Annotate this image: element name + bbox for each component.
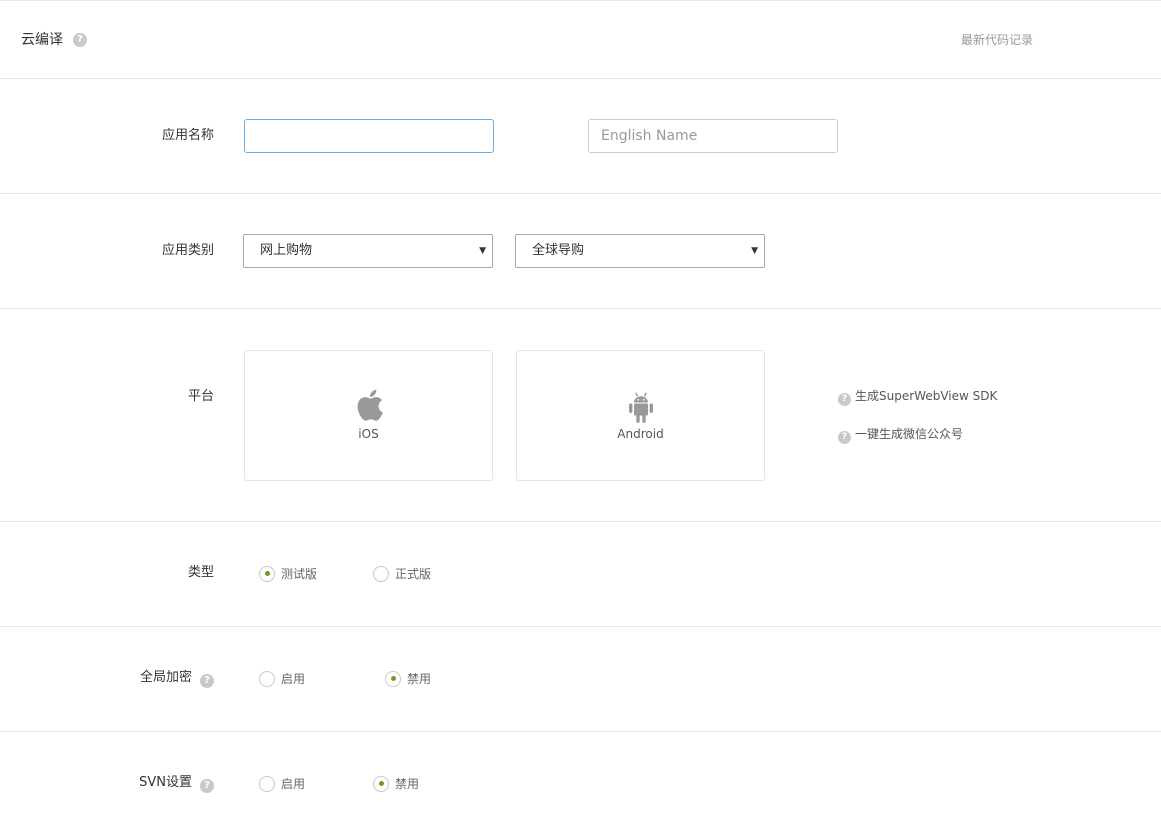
global-encryption-row: 全局加密? 启用 禁用 [0, 627, 1161, 732]
apple-icon [354, 388, 384, 426]
app-category-row: 应用类别 网上购物 ▼ 全球导购 ▼ [0, 194, 1161, 309]
android-icon [627, 392, 655, 428]
primary-category-select[interactable]: 网上购物 ▼ [243, 234, 493, 268]
dropdown-caret-icon: ▼ [751, 246, 758, 256]
dropdown-caret-icon: ▼ [479, 246, 486, 256]
radio-unchecked-indicator[interactable] [373, 565, 389, 582]
build-type-row: 类型 测试版 正式版 [0, 522, 1161, 627]
radio-unchecked-indicator[interactable] [259, 670, 275, 687]
svn-settings-label-text: SVN设置 [139, 775, 192, 790]
platform-android-label: Android [617, 427, 664, 441]
question-circle-icon: ? [838, 431, 851, 444]
english-name-input[interactable] [588, 119, 838, 153]
svn-settings-label: SVN设置? [139, 775, 214, 793]
generate-sdk-link[interactable]: ? 生成SuperWebView SDK [838, 388, 997, 406]
platform-label: 平台 [187, 389, 214, 404]
generate-sdk-label: 生成SuperWebView SDK [855, 389, 998, 403]
question-circle-icon[interactable]: ? [200, 674, 214, 688]
radio-release-version[interactable]: 正式版 [373, 563, 431, 582]
page-header: 云编译 ? 最新代码记录 [0, 1, 1161, 79]
latest-code-record-link[interactable]: 最新代码记录 [961, 32, 1033, 48]
secondary-category-value: 全球导购 [532, 243, 585, 258]
app-category-label: 应用类别 [161, 243, 214, 258]
question-circle-icon[interactable]: ? [200, 779, 214, 793]
cloud-compile-page: 云编译 ? 最新代码记录 应用名称 应用类别 网上购物 ▼ 全球导购 ▼ 平台 … [0, 0, 1161, 818]
radio-encryption-enable[interactable]: 启用 [259, 668, 305, 687]
radio-unchecked-indicator[interactable] [259, 775, 275, 792]
platform-row: 平台 iOS Android ? 生成SuperWebView SDK ? 一键… [0, 309, 1161, 522]
radio-test-version[interactable]: 测试版 [259, 563, 317, 582]
radio-label: 正式版 [395, 566, 432, 581]
radio-svn-enable[interactable]: 启用 [259, 773, 305, 792]
radio-checked-indicator[interactable] [259, 565, 275, 582]
app-name-label: 应用名称 [161, 128, 214, 143]
primary-category-value: 网上购物 [260, 243, 313, 258]
radio-label: 测试版 [281, 566, 318, 581]
svn-settings-row: SVN设置? 启用 禁用 [0, 732, 1161, 819]
secondary-category-select[interactable]: 全球导购 ▼ [515, 234, 765, 268]
platform-card-android[interactable]: Android [516, 350, 765, 481]
global-encryption-label: 全局加密? [140, 670, 214, 688]
build-type-label: 类型 [187, 565, 214, 580]
platform-card-ios[interactable]: iOS [244, 350, 493, 481]
generate-wechat-label: 一键生成微信公众号 [855, 427, 964, 441]
page-title: 云编译 [21, 32, 63, 48]
platform-ios-label: iOS [358, 427, 379, 441]
radio-label: 禁用 [395, 776, 420, 791]
radio-checked-indicator[interactable] [373, 775, 389, 792]
radio-checked-indicator[interactable] [385, 670, 401, 687]
app-name-input[interactable] [244, 119, 494, 153]
question-circle-icon[interactable]: ? [73, 33, 87, 47]
radio-svn-disable[interactable]: 禁用 [373, 773, 419, 792]
radio-label: 启用 [281, 776, 306, 791]
radio-label: 禁用 [407, 671, 432, 686]
app-name-row: 应用名称 [0, 79, 1161, 194]
generate-wechat-link[interactable]: ? 一键生成微信公众号 [838, 426, 963, 444]
question-circle-icon: ? [838, 393, 851, 406]
radio-encryption-disable[interactable]: 禁用 [385, 668, 431, 687]
radio-label: 启用 [281, 671, 306, 686]
global-encryption-label-text: 全局加密 [139, 670, 192, 685]
